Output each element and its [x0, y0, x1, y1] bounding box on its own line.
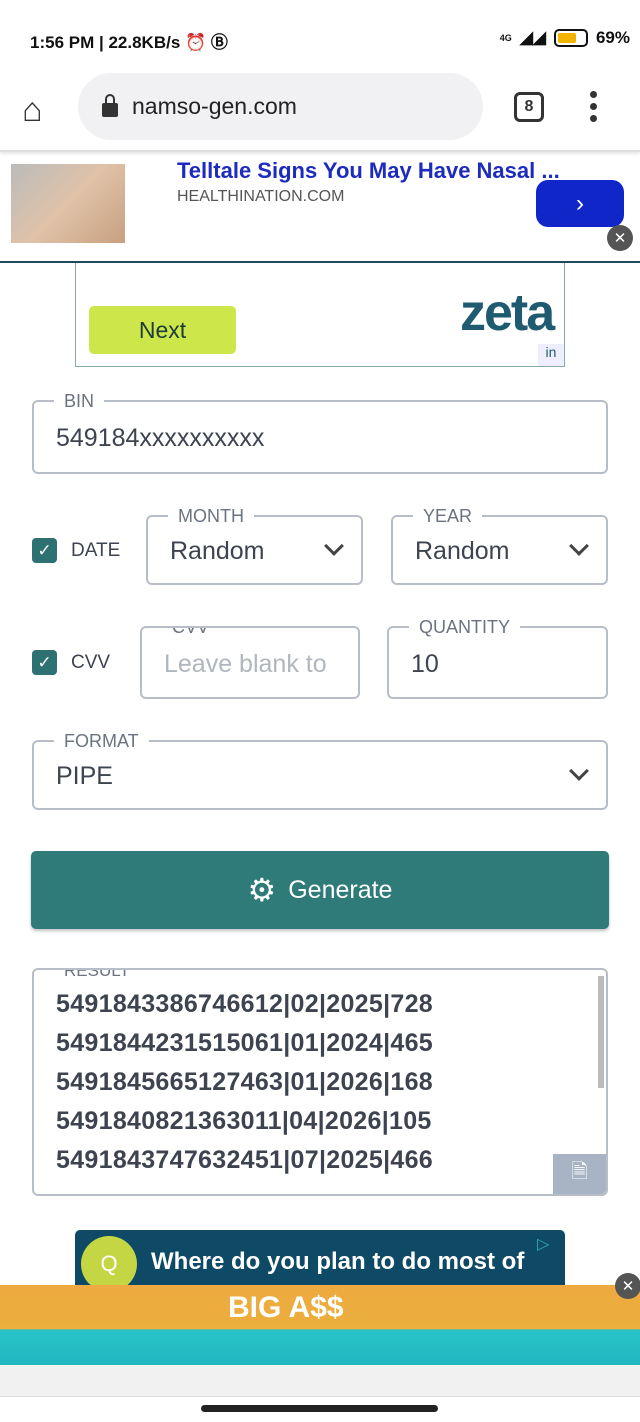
result-textarea[interactable]: RESULT 5491843386746612|02|2025|728 54918…	[32, 968, 608, 1196]
cvv-field[interactable]: CVV Leave blank to	[140, 626, 360, 699]
network-type: 4G	[499, 33, 512, 43]
copy-file-icon[interactable]: 🗎	[553, 1154, 606, 1194]
month-label: MONTH	[168, 506, 254, 527]
more-menu-icon[interactable]	[590, 91, 598, 127]
date-checkbox[interactable]: ✓	[32, 538, 57, 563]
year-value: Random	[415, 537, 510, 565]
ad-next-button[interactable]: Next	[89, 306, 236, 354]
ad-close-button[interactable]: ✕	[607, 225, 633, 251]
ad-banner-top[interactable]: Telltale Signs You May Have Nasal ... HE…	[0, 152, 640, 263]
month-value: Random	[170, 537, 265, 565]
cvv-check-label: CVV	[71, 652, 111, 673]
url-text: namso-gen.com	[132, 93, 297, 119]
chevron-down-icon	[324, 536, 344, 556]
chevron-down-icon	[569, 761, 589, 781]
result-line: 5491843386746612|02|2025|728	[56, 990, 433, 1018]
adchoices-icon[interactable]: in	[538, 344, 564, 366]
lock-icon	[102, 93, 118, 117]
ad-close-button[interactable]: ✕	[615, 1273, 640, 1299]
result-line: 5491840821363011|04|2026|105	[56, 1107, 432, 1135]
home-gesture-bar[interactable]	[201, 1405, 438, 1412]
tab-switcher-button[interactable]: 8	[514, 92, 544, 122]
zeta-logo: zeta	[460, 284, 555, 342]
date-label: DATE	[71, 540, 121, 561]
quantity-input[interactable]: 10	[411, 650, 439, 679]
format-select[interactable]: FORMAT PIPE	[32, 731, 608, 810]
signal-icon: ◢◢	[519, 28, 546, 47]
battery-icon	[553, 29, 588, 47]
cvv-label: CVV	[162, 628, 220, 638]
quantity-label: QUANTITY	[409, 617, 521, 638]
status-bar: 1:56 PM | 22.8KB/s ⏰ Ⓑ 4G ◢◢ 69%	[30, 28, 630, 52]
ad-banner-bottom[interactable]: BIG A$$	[0, 1285, 640, 1365]
chevron-down-icon	[569, 536, 589, 556]
browser-toolbar: ⌂ namso-gen.com 8	[0, 73, 640, 152]
year-select[interactable]: YEAR Random	[391, 506, 608, 585]
gear-icon: ⚙	[247, 872, 277, 908]
bin-field[interactable]: BIN 549184xxxxxxxxxx	[32, 391, 608, 474]
quantity-field[interactable]: QUANTITY 10	[387, 617, 608, 699]
result-line: 5491844231515061|01|2024|465	[56, 1029, 433, 1057]
network-speed: 22.8KB/s	[108, 33, 181, 52]
generate-button[interactable]: ⚙ Generate	[31, 851, 609, 929]
generate-label: Generate	[288, 875, 393, 904]
bin-label: BIN	[54, 391, 105, 412]
result-label: RESULT	[54, 970, 140, 981]
cvv-checkbox[interactable]: ✓	[32, 650, 57, 675]
clock: 1:56 PM	[30, 33, 95, 52]
ad-source: HEALTHINATION.COM	[177, 188, 345, 205]
question-badge: Q	[81, 1236, 137, 1292]
result-line: 5491843747632451|07|2025|466	[56, 1146, 433, 1174]
ad-banner-text: BIG A$$	[228, 1291, 344, 1324]
adchoices-icon[interactable]: ▷	[537, 1234, 561, 1256]
result-lines: 5491843386746612|02|2025|728 549184423151…	[56, 985, 433, 1180]
ad-question[interactable]: Q Where do you plan to do most of ▷	[75, 1230, 565, 1292]
format-value: PIPE	[56, 762, 113, 790]
browser-bottom-bar	[0, 1365, 640, 1397]
year-label: YEAR	[413, 506, 483, 527]
home-icon[interactable]: ⌂	[22, 91, 43, 130]
month-select[interactable]: MONTH Random	[146, 506, 363, 585]
ad-zeta[interactable]: Next zeta in	[75, 263, 565, 367]
format-label: FORMAT	[54, 731, 149, 752]
ad-title[interactable]: Telltale Signs You May Have Nasal ...	[177, 158, 560, 184]
ad-image	[11, 164, 125, 243]
ad-open-button[interactable]: ›	[536, 180, 624, 227]
ad-question-text: Where do you plan to do most of	[151, 1248, 525, 1275]
battery-level: 69%	[595, 28, 630, 47]
scrollbar[interactable]	[598, 976, 604, 1088]
address-bar[interactable]: namso-gen.com	[78, 73, 483, 140]
result-line: 5491845665127463|01|2026|168	[56, 1068, 433, 1096]
bin-input[interactable]: 549184xxxxxxxxxx	[56, 424, 264, 453]
cvv-input[interactable]: Leave blank to	[164, 650, 327, 679]
